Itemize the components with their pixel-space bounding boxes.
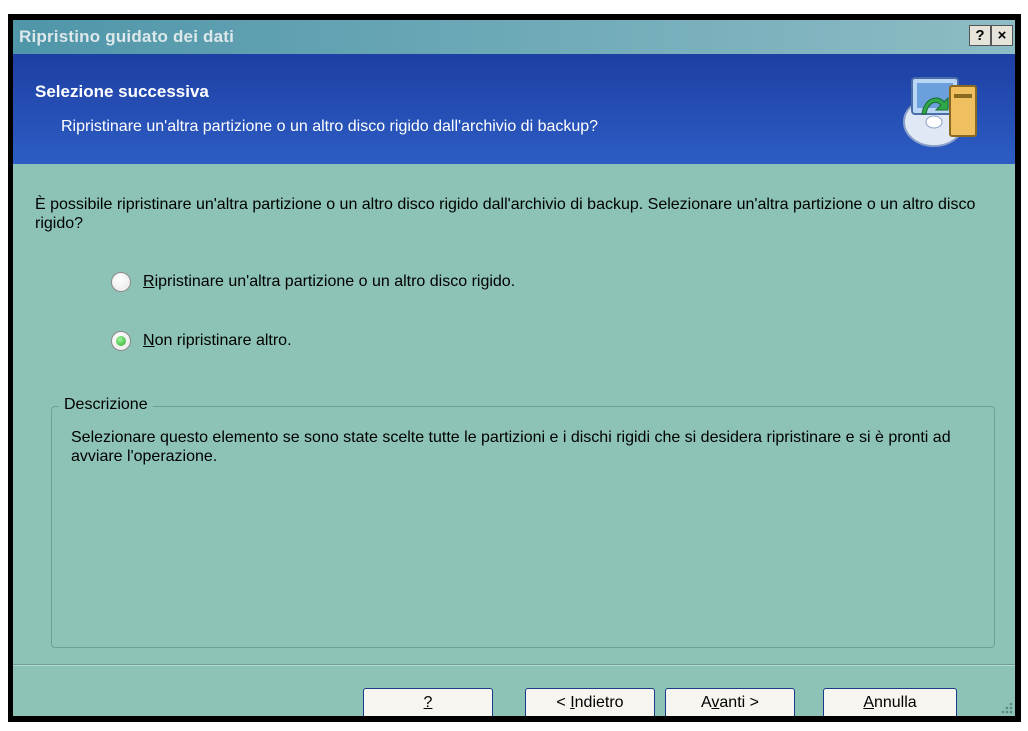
restore-disk-icon	[903, 77, 977, 147]
header-subtitle: Ripristinare un'altra partizione o un al…	[61, 118, 599, 135]
option-no-more-label: Non ripristinare altro.	[143, 332, 292, 349]
wizard-header: Selezione successiva Ripristinare un'alt…	[13, 54, 1015, 164]
title-bar[interactable]: Ripristino guidato dei dati ? ×	[13, 20, 1015, 54]
radio-selected-dot	[116, 336, 126, 346]
footer-separator	[13, 664, 1015, 666]
next-button[interactable]: Avanti >	[665, 688, 795, 716]
wizard-window: Ripristino guidato dei dati ? × Selezion…	[13, 20, 1015, 716]
description-legend: Descrizione	[59, 396, 153, 414]
help-button[interactable]: ?	[363, 688, 493, 716]
description-text: Selezionare questo elemento se sono stat…	[71, 429, 951, 465]
intro-text: È possibile ripristinare un'altra partiz…	[35, 196, 976, 232]
window-title: Ripristino guidato dei dati	[19, 27, 235, 46]
option-restore-another[interactable]: Ripristinare un'altra partizione o un al…	[111, 272, 515, 292]
back-button[interactable]: < Indietro	[525, 688, 655, 716]
option-no-more[interactable]: Non ripristinare altro.	[111, 331, 292, 351]
close-button[interactable]: ×	[991, 25, 1013, 46]
radio-restore-another[interactable]	[111, 272, 131, 292]
resize-grip-icon[interactable]	[999, 702, 1013, 714]
header-title: Selezione successiva	[35, 82, 209, 101]
help-title-button[interactable]: ?	[969, 25, 991, 46]
radio-no-more[interactable]	[111, 331, 131, 351]
cancel-button[interactable]: Annulla	[823, 688, 957, 716]
option-restore-another-label: Ripristinare un'altra partizione o un al…	[143, 273, 516, 290]
